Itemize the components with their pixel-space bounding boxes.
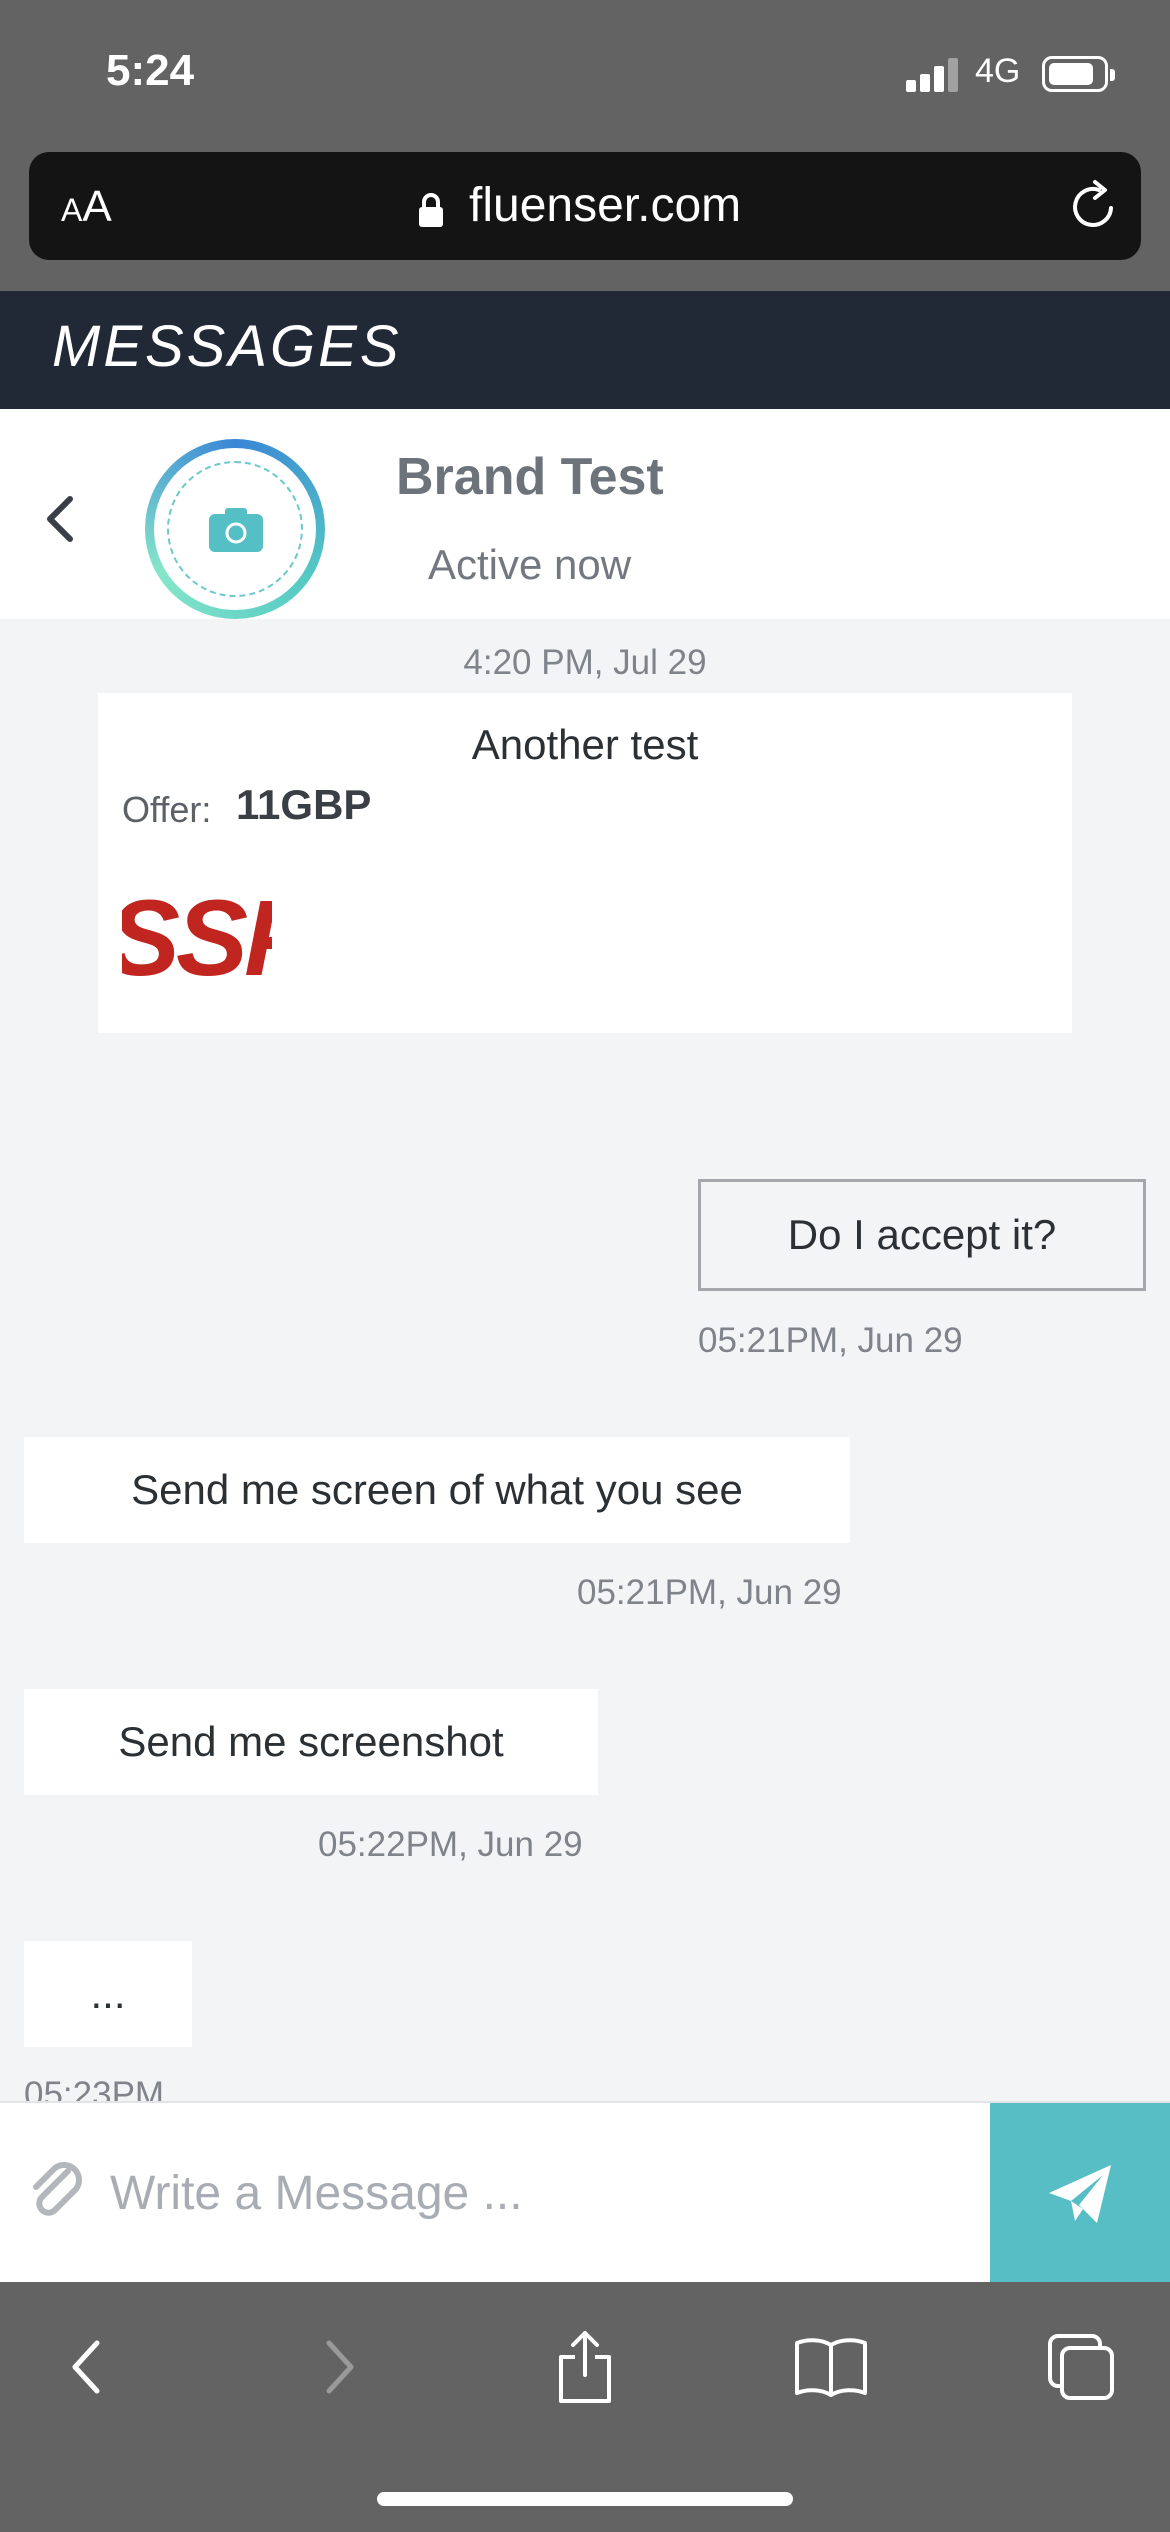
offer-brand-logo: SSPA — [122, 879, 272, 981]
offer-timestamp: 4:20 PM, Jul 29 — [463, 643, 707, 682]
app-header: MESSAGES — [0, 291, 1170, 409]
back-button[interactable] — [40, 489, 80, 549]
message-time: 05:21PM, Jun 29 — [698, 1321, 963, 1360]
paper-plane-icon — [1049, 2164, 1111, 2223]
message-bubble-received[interactable]: Send me screenshot — [24, 1689, 598, 1795]
share-button[interactable] — [540, 2322, 630, 2412]
status-time: 5:24 — [106, 46, 195, 95]
message-input[interactable] — [110, 2143, 970, 2243]
message-composer — [0, 2101, 1170, 2284]
offer-title: Another test — [471, 721, 699, 768]
signal-icon — [906, 56, 958, 92]
camera-icon — [209, 508, 263, 552]
tabs-button[interactable] — [1036, 2322, 1126, 2412]
battery-icon — [1042, 56, 1115, 92]
message-bubble-sent[interactable]: Do I accept it? — [698, 1179, 1146, 1291]
network-label: 4G — [975, 52, 1021, 90]
paperclip-icon[interactable] — [28, 2157, 88, 2225]
message-bubble-received[interactable]: ... — [24, 1941, 192, 2047]
reload-icon[interactable] — [1065, 178, 1121, 234]
message-bubble-received[interactable]: Send me screen of what you see — [24, 1437, 850, 1543]
message-list[interactable]: 4:20 PM, Jul 29 Another test Offer: 11GB… — [0, 619, 1170, 2101]
message-time: 05:21PM, Jun 29 — [577, 1573, 842, 1612]
share-icon — [559, 2331, 611, 2403]
home-indicator[interactable] — [377, 2492, 793, 2506]
avatar[interactable] — [145, 439, 325, 619]
page-title: MESSAGES — [52, 314, 402, 379]
browser-toolbar — [0, 2282, 1170, 2532]
message-text: Send me screen of what you see — [131, 1466, 743, 1513]
chevron-right-icon — [326, 2340, 354, 2394]
browser-back-button[interactable] — [42, 2322, 132, 2412]
book-icon — [795, 2338, 867, 2397]
lock-icon — [419, 193, 443, 227]
browser-forward-button[interactable] — [294, 2322, 384, 2412]
chevron-left-icon — [72, 2340, 100, 2394]
chat-header: Brand Test Active now — [0, 409, 1170, 619]
contact-name: Brand Test — [396, 448, 664, 506]
message-text: Do I accept it? — [787, 1211, 1057, 1258]
message-text: ... — [90, 1970, 126, 2017]
offer-card[interactable]: Another test Offer: 11GBP SSPA — [98, 693, 1072, 1033]
browser-url-bar[interactable]: AA fluenser.com — [29, 152, 1141, 260]
message-text: Send me screenshot — [118, 1718, 504, 1765]
contact-status: Active now — [428, 541, 632, 588]
offer-label: Offer: — [122, 789, 212, 830]
send-button[interactable] — [990, 2103, 1170, 2284]
text-size-button[interactable]: AA — [61, 182, 112, 232]
url-text[interactable]: fluenser.com — [469, 178, 741, 233]
message-time: 05:23PM — [24, 2075, 165, 2101]
status-bar: 5:24 4G — [0, 0, 1170, 148]
tabs-icon — [1048, 2334, 1114, 2400]
bookmarks-button[interactable] — [786, 2322, 876, 2412]
message-time: 05:22PM, Jun 29 — [318, 1825, 583, 1864]
offer-amount: 11GBP — [236, 781, 372, 828]
